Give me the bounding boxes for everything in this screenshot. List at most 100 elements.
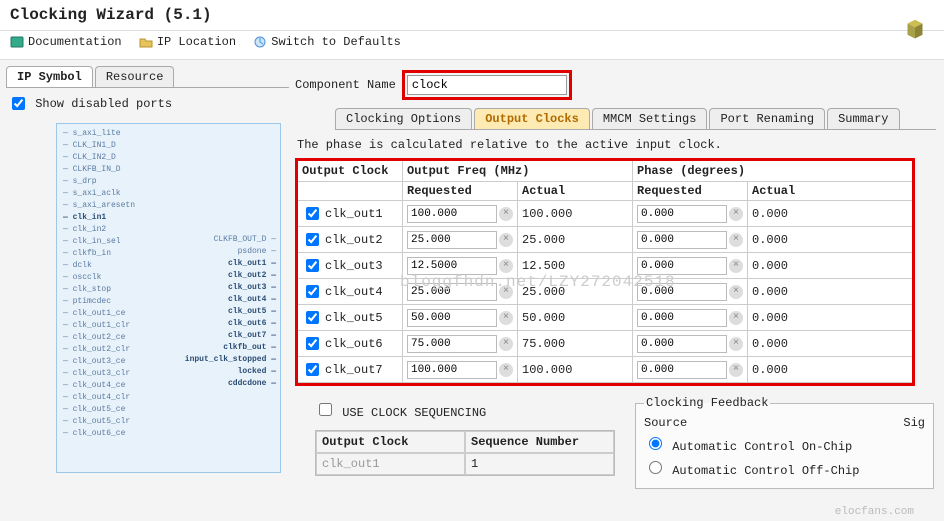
clear-icon[interactable]: × bbox=[499, 259, 513, 273]
show-disabled-ports-label: Show disabled ports bbox=[35, 97, 172, 111]
clear-icon[interactable]: × bbox=[729, 337, 743, 351]
feedback-auto-off-chip-radio[interactable] bbox=[649, 461, 662, 474]
clear-icon[interactable]: × bbox=[499, 285, 513, 299]
feedback-auto-off-chip[interactable]: Automatic Control Off-Chip bbox=[644, 464, 859, 478]
use-clock-sequencing[interactable]: USE CLOCK SEQUENCING bbox=[315, 406, 486, 420]
table-row: clk_out4×25.000×0.000 bbox=[298, 279, 912, 305]
ip-port-left: — clk_out6_ce bbox=[63, 428, 274, 440]
phase-requested-input[interactable] bbox=[637, 257, 727, 275]
clk-name: clk_out2 bbox=[325, 233, 383, 247]
phase-actual: 0.000 bbox=[748, 331, 808, 356]
ip-port-right: clk_out6 — bbox=[228, 318, 276, 330]
tab-resource[interactable]: Resource bbox=[95, 66, 175, 87]
documentation-link[interactable]: Documentation bbox=[10, 35, 122, 49]
ip-port-left: — s_axi_lite bbox=[63, 128, 274, 140]
ip-location-link[interactable]: IP Location bbox=[139, 35, 236, 49]
ip-port-right: cddcdone — bbox=[228, 378, 276, 390]
window-title: Clocking Wizard (5.1) bbox=[0, 0, 944, 31]
clear-icon[interactable]: × bbox=[729, 233, 743, 247]
ip-block-diagram: — s_axi_lite— CLK_IN1_D— CLK_IN2_D— CLKF… bbox=[56, 123, 281, 473]
ip-port-right: clk_out3 — bbox=[228, 282, 276, 294]
clear-icon[interactable]: × bbox=[499, 207, 513, 221]
freq-requested-input[interactable] bbox=[407, 231, 497, 249]
col-phase-requested: Requested bbox=[633, 182, 748, 200]
tab-output-clocks[interactable]: Output Clocks bbox=[474, 108, 590, 129]
phase-requested-input[interactable] bbox=[637, 335, 727, 353]
phase-requested-input[interactable] bbox=[637, 309, 727, 327]
table-row: clk_out6×75.000×0.000 bbox=[298, 331, 912, 357]
ip-port-right: clkfb_out — bbox=[223, 342, 276, 354]
col-output-clock: Output Clock bbox=[298, 161, 403, 181]
switch-defaults-link[interactable]: Switch to Defaults bbox=[253, 35, 401, 49]
freq-requested-input[interactable] bbox=[407, 283, 497, 301]
clear-icon[interactable]: × bbox=[729, 259, 743, 273]
col-phase-actual: Actual bbox=[748, 182, 808, 200]
phase-requested-input[interactable] bbox=[637, 205, 727, 223]
table-row: clk_out1×100.000×0.000 bbox=[298, 201, 912, 227]
freq-requested-input[interactable] bbox=[407, 309, 497, 327]
tab-summary[interactable]: Summary bbox=[827, 108, 899, 129]
freq-requested-input[interactable] bbox=[407, 335, 497, 353]
ip-port-left: — clk_out4_clr bbox=[63, 392, 274, 404]
clk-enable-checkbox[interactable] bbox=[306, 311, 319, 324]
phase-requested-input[interactable] bbox=[637, 361, 727, 379]
freq-actual: 12.500 bbox=[518, 253, 633, 278]
phase-actual: 0.000 bbox=[748, 253, 808, 278]
ip-port-left: — CLK_IN2_D bbox=[63, 152, 274, 164]
phase-requested-input[interactable] bbox=[637, 231, 727, 249]
clear-icon[interactable]: × bbox=[499, 363, 513, 377]
clear-icon[interactable]: × bbox=[499, 337, 513, 351]
freq-requested-input[interactable] bbox=[407, 205, 497, 223]
clk-name: clk_out7 bbox=[325, 363, 383, 377]
ip-port-right: clk_out4 — bbox=[228, 294, 276, 306]
phase-actual: 0.000 bbox=[748, 227, 808, 252]
ip-port-left: — s_axi_aresetn bbox=[63, 200, 274, 212]
tab-ip-symbol[interactable]: IP Symbol bbox=[6, 66, 93, 87]
freq-requested-input[interactable] bbox=[407, 257, 497, 275]
ip-port-right: input_clk_stopped — bbox=[185, 354, 276, 366]
clocking-feedback-block: Clocking Feedback Source Sig Automatic C… bbox=[633, 396, 936, 489]
clk-name: clk_out6 bbox=[325, 337, 383, 351]
phase-requested-input[interactable] bbox=[637, 283, 727, 301]
reset-icon bbox=[253, 35, 267, 49]
feedback-auto-on-chip-radio[interactable] bbox=[649, 437, 662, 450]
show-disabled-ports[interactable]: Show disabled ports bbox=[8, 97, 172, 111]
show-disabled-ports-checkbox[interactable] bbox=[12, 97, 25, 110]
ip-port-right: clk_out1 — bbox=[228, 258, 276, 270]
clear-icon[interactable]: × bbox=[729, 207, 743, 221]
feedback-auto-on-chip[interactable]: Automatic Control On-Chip bbox=[644, 440, 852, 454]
tab-clocking-options[interactable]: Clocking Options bbox=[335, 108, 472, 129]
component-name-input[interactable] bbox=[407, 75, 567, 95]
ip-port-left: — s_axi_aclk bbox=[63, 188, 274, 200]
folder-icon bbox=[139, 35, 153, 49]
clear-icon[interactable]: × bbox=[499, 311, 513, 325]
clear-icon[interactable]: × bbox=[499, 233, 513, 247]
freq-actual: 25.000 bbox=[518, 227, 633, 252]
app-logo-icon bbox=[900, 16, 930, 46]
clk-enable-checkbox[interactable] bbox=[306, 285, 319, 298]
seq-col-output-clock: Output Clock bbox=[316, 431, 465, 453]
seq-col-sequence-number: Sequence Number bbox=[465, 431, 614, 453]
clk-enable-checkbox[interactable] bbox=[306, 337, 319, 350]
clk-enable-checkbox[interactable] bbox=[306, 207, 319, 220]
clocking-feedback-legend: Clocking Feedback bbox=[644, 396, 770, 410]
use-clock-sequencing-checkbox[interactable] bbox=[319, 403, 332, 416]
clk-enable-checkbox[interactable] bbox=[306, 259, 319, 272]
clk-enable-checkbox[interactable] bbox=[306, 233, 319, 246]
clk-enable-checkbox[interactable] bbox=[306, 363, 319, 376]
freq-requested-input[interactable] bbox=[407, 361, 497, 379]
phase-actual: 0.000 bbox=[748, 201, 808, 226]
tab-port-renaming[interactable]: Port Renaming bbox=[709, 108, 825, 129]
freq-actual: 100.000 bbox=[518, 357, 633, 382]
col-phase: Phase (degrees) bbox=[633, 161, 912, 181]
ip-port-left: — CLK_IN1_D bbox=[63, 140, 274, 152]
clear-icon[interactable]: × bbox=[729, 285, 743, 299]
col-freq-requested: Requested bbox=[403, 182, 518, 200]
ip-port-left: — CLKFB_IN_D bbox=[63, 164, 274, 176]
tab-mmcm-settings[interactable]: MMCM Settings bbox=[592, 108, 708, 129]
clear-icon[interactable]: × bbox=[729, 311, 743, 325]
clear-icon[interactable]: × bbox=[729, 363, 743, 377]
config-tabs: Clocking Options Output Clocks MMCM Sett… bbox=[335, 108, 936, 130]
ip-symbol-panel: IP Symbol Resource Show disabled ports —… bbox=[0, 60, 295, 511]
table-row: clk_out5×50.000×0.000 bbox=[298, 305, 912, 331]
